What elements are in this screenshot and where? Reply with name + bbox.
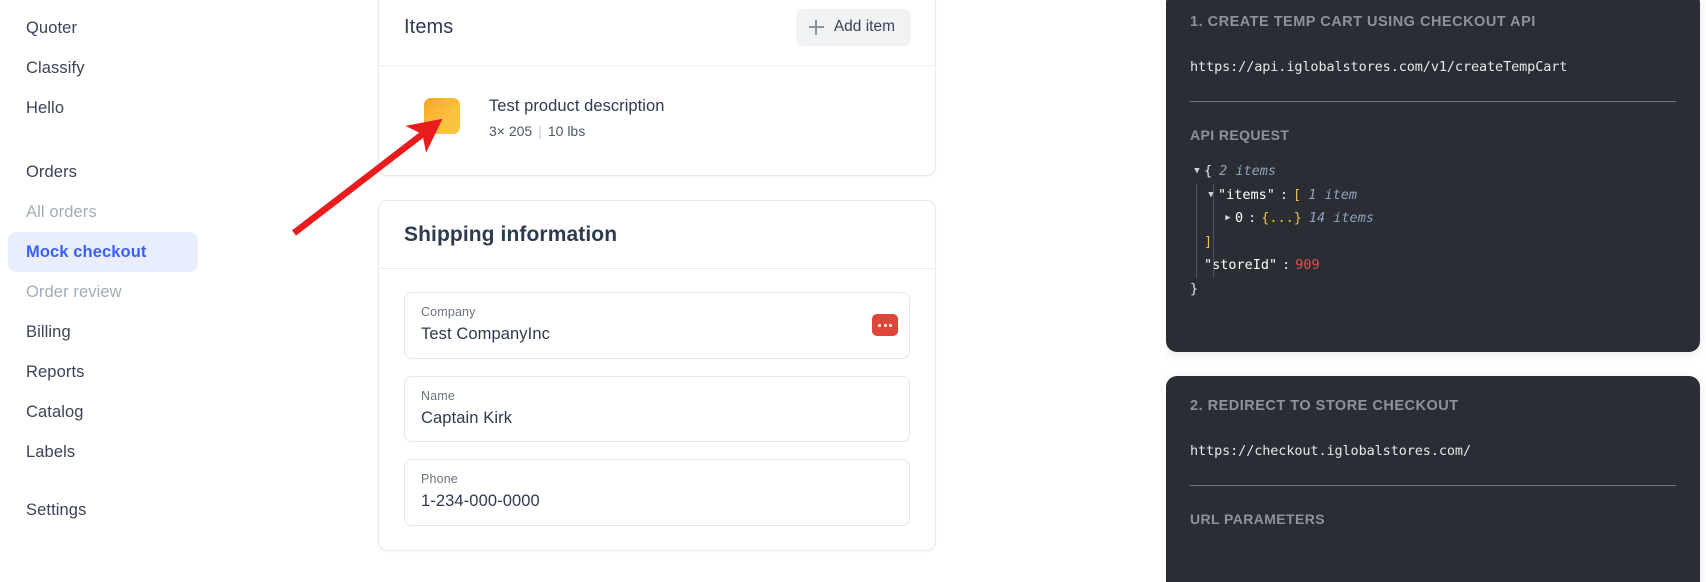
sidebar-item-classify[interactable]: Classify [8,48,198,88]
phone-field[interactable]: Phone 1-234-000-0000 [404,459,910,526]
chevron-down-icon[interactable]: ▼ [1190,167,1204,176]
api-step-1-url[interactable]: https://api.iglobalstores.com/v1/createT… [1190,59,1676,75]
sidebar-item-billing[interactable]: Billing [8,312,198,352]
json-items-count: 1 item [1308,186,1357,203]
ellipsis-dot-icon [878,323,881,327]
shipping-form: Company Test CompanyInc Name Captain Kir… [379,269,935,550]
company-field-value: Test CompanyInc [421,325,550,344]
items-card: Items Add item Test product description … [378,0,936,176]
add-item-label: Add item [833,18,895,35]
company-field[interactable]: Company Test CompanyInc [404,292,910,359]
json-storeid-key: "storeId" [1204,257,1278,273]
json-item-0-object: {...} [1261,210,1302,226]
api-step-1-title: 1. CREATE TEMP CART USING CHECKOUT API [1190,14,1536,30]
sidebar-item-label: Hello [26,98,65,117]
sidebar-item-all-orders[interactable]: All orders [8,192,198,232]
json-colon: : [1279,186,1289,203]
phone-field-value: 1-234-000-0000 [421,492,540,511]
sidebar-item-labels[interactable]: Labels [8,432,198,472]
sidebar-item-order-review[interactable]: Order review [8,272,198,312]
sidebar-item-label: Quoter [26,18,78,37]
sidebar-item-label: Catalog [26,402,84,421]
json-item-0-index: 0 [1235,210,1244,226]
api-step-2-panel: 2. REDIRECT TO STORE CHECKOUT https://ch… [1166,376,1700,582]
api-request-label: API REQUEST [1190,127,1290,143]
page-title-shipping: Shipping information [404,222,618,246]
company-field-label: Company [421,305,476,319]
shipping-information-card: Shipping information Company Test Compan… [378,200,936,551]
json-root-close-row: } [1190,278,1676,302]
json-root-brace: { [1204,163,1213,179]
item-quantity: 3× 205 [489,122,533,139]
sidebar-group-divider [0,128,206,152]
api-step-1-panel: 1. CREATE TEMP CART USING CHECKOUT API h… [1166,0,1700,352]
ellipsis-dot-icon [883,323,887,327]
divider [1190,485,1676,486]
sidebar-item-label: Mock checkout [26,242,147,261]
name-field-label: Name [421,388,455,403]
add-item-button[interactable]: Add item [795,8,911,46]
item-weight: 10 lbs [547,122,586,139]
api-step-2-url[interactable]: https://checkout.iglobalstores.com/ [1190,443,1676,459]
sidebar-item-orders[interactable]: Orders [8,152,198,192]
sidebar-item-label: Order review [26,282,122,301]
sidebar-item-mock-checkout[interactable]: Mock checkout [8,232,198,272]
json-items-row[interactable]: ▼ "items" : [ 1 item [1190,184,1676,208]
json-items-key: "items" [1218,186,1275,203]
json-item-0-row[interactable]: ▶ 0 : {...} 14 items [1190,207,1676,231]
items-card-header: Items Add item [379,0,935,66]
sidebar-item-label: Billing [26,322,71,341]
json-root-count: 2 items [1219,163,1277,179]
main-content: Items Add item Test product description … [206,0,1706,582]
sidebar-item-quoter[interactable]: Quoter [8,8,198,48]
json-items-close-row: ] [1190,231,1676,255]
api-request-json-tree: ▼ { 2 items ▼ "items" : [ 1 item ▶ 0: {… [1190,160,1676,301]
item-list-item[interactable]: Test product description 3× 205 | 10 lbs [379,66,935,175]
api-flow-column: 1. CREATE TEMP CART USING CHECKOUT API h… [1166,0,1706,582]
name-field[interactable]: Name Captain Kirk [404,375,910,443]
json-items-children: ▶ 0 : {...} 14 items [1190,207,1676,231]
sidebar-item-reports[interactable]: Reports [8,352,198,392]
json-root-close-brace: } [1190,280,1199,297]
company-field-more-options-badge[interactable] [872,314,898,337]
sidebar-item-label: Labels [26,442,76,461]
ellipsis-dot-icon [889,323,892,327]
item-text-block: Test product description 3× 205 | 10 lbs [489,96,664,139]
sidebar: Quoter Classify Hello Orders All orders … [0,0,206,582]
json-item-0-count: 14 items [1308,210,1374,226]
sidebar-item-label: Orders [26,162,78,181]
sidebar-item-hello[interactable]: Hello [8,88,198,128]
api-step-2-title: 2. REDIRECT TO STORE CHECKOUT [1190,398,1459,414]
json-root-row[interactable]: ▼ { 2 items [1190,160,1676,184]
sidebar-item-catalog[interactable]: Catalog [8,392,198,432]
sidebar-item-label: Classify [26,58,85,77]
json-storeid-row[interactable]: "storeId" : 909 [1190,254,1676,278]
json-items-bracket-close: ] [1204,233,1213,250]
chevron-right-icon[interactable]: ▶ [1221,214,1235,223]
app-root: Quoter Classify Hello Orders All orders … [0,0,1706,582]
sidebar-item-settings[interactable]: Settings [8,490,198,530]
sidebar-item-label: Settings [26,500,87,519]
json-colon: : [1248,210,1257,226]
page-title-items: Items [404,15,454,38]
phone-field-label: Phone [421,472,458,487]
json-items-bracket-open: [ [1293,186,1302,203]
sidebar-group-divider-2 [0,472,206,490]
url-parameters-label: URL PARAMETERS [1190,511,1325,527]
json-colon: : [1282,257,1291,273]
chevron-down-icon[interactable]: ▼ [1204,190,1218,200]
sidebar-item-label: Reports [26,362,85,381]
divider [1190,101,1676,102]
item-description: Test product description [489,97,665,115]
json-root-children: ▼ "items" : [ 1 item ▶ 0 : {...} 14 item… [1190,183,1676,278]
plus-icon [808,19,824,35]
item-thumbnail [424,98,460,134]
item-meta-separator: | [538,122,542,139]
shipping-card-header: Shipping information [379,201,935,269]
name-field-value: Captain Kirk [421,408,513,427]
item-meta: 3× 205 | 10 lbs [489,123,664,139]
json-storeid-value: 909 [1295,257,1320,273]
sidebar-item-label: All orders [26,202,97,221]
